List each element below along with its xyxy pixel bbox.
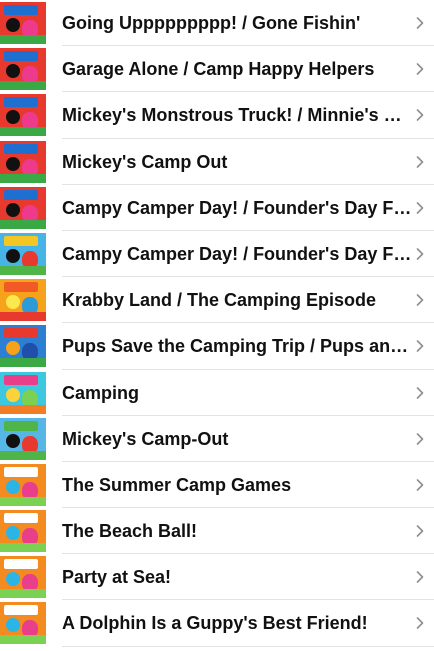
episode-thumbnail xyxy=(0,463,46,506)
episode-title: The Beach Ball! xyxy=(62,521,198,542)
episode-title: A Dolphin Is a Guppy's Best Friend! xyxy=(62,613,368,634)
chevron-right-icon xyxy=(416,571,424,584)
row-separator xyxy=(62,645,434,647)
episode-row[interactable]: Pups Save the Camping Trip / Pups and th… xyxy=(0,323,434,370)
episode-title: Mickey's Monstrous Truck! / Minnie's Vac… xyxy=(62,105,412,126)
chevron-right-icon xyxy=(416,294,424,306)
chevron-right-icon xyxy=(416,248,424,260)
chevron-right-icon xyxy=(416,201,424,214)
episode-row[interactable]: Campy Camper Day! / Founder's Day Flound… xyxy=(0,230,434,278)
chevron-right-icon xyxy=(416,340,424,353)
chevron-right-icon xyxy=(416,479,424,491)
episode-title: Pups Save the Camping Trip / Pups and th… xyxy=(62,336,412,357)
episode-thumbnail xyxy=(0,325,46,368)
episode-row[interactable]: Mickey's Camp-Out xyxy=(0,415,434,462)
episode-thumbnail xyxy=(0,140,46,183)
episode-row[interactable]: Garage Alone / Camp Happy Helpers xyxy=(0,46,434,93)
episode-thumbnail xyxy=(0,48,46,91)
episode-thumbnail xyxy=(0,556,46,599)
episode-title: Mickey's Camp Out xyxy=(62,151,228,172)
episode-title: The Summer Camp Games xyxy=(62,474,292,495)
episode-title: Krabby Land / The Camping Episode xyxy=(62,290,377,311)
episode-thumbnail xyxy=(0,279,46,322)
episode-row[interactable]: Going Uppppppppp! / Gone Fishin' xyxy=(0,0,434,47)
episode-title: Campy Camper Day! / Founder's Day Flound… xyxy=(62,243,412,264)
episode-thumbnail xyxy=(0,602,46,645)
episode-thumbnail xyxy=(0,371,46,414)
episode-title: Camping xyxy=(62,382,140,403)
episode-list: Going Uppppppppp! / Gone Fishin' Garage … xyxy=(0,0,434,647)
episode-title: Campy Camper Day! / Founder's Day Flound… xyxy=(62,197,412,218)
episode-thumbnail xyxy=(0,186,46,229)
chevron-right-icon xyxy=(416,63,424,75)
episode-title: Party at Sea! xyxy=(62,567,172,588)
episode-row[interactable]: The Beach Ball! xyxy=(0,508,434,555)
episode-thumbnail xyxy=(0,417,46,460)
episode-thumbnail xyxy=(0,94,46,137)
episode-title: Going Uppppppppp! / Gone Fishin' xyxy=(62,13,361,33)
episode-thumbnail xyxy=(0,510,46,553)
episode-row[interactable]: The Summer Camp Games xyxy=(0,461,434,509)
episode-title: Mickey's Camp-Out xyxy=(62,428,229,449)
chevron-right-icon xyxy=(416,386,424,399)
chevron-right-icon xyxy=(416,17,424,29)
episode-title: Garage Alone / Camp Happy Helpers xyxy=(62,59,375,80)
chevron-right-icon xyxy=(416,155,424,168)
chevron-right-icon xyxy=(416,432,424,445)
episode-thumbnail xyxy=(0,2,46,44)
chevron-right-icon xyxy=(416,617,424,630)
chevron-right-icon xyxy=(416,109,424,122)
episode-row[interactable]: Camping xyxy=(0,369,434,416)
episode-row[interactable]: Mickey's Monstrous Truck! / Minnie's Vac… xyxy=(0,92,434,139)
episode-row[interactable]: A Dolphin Is a Guppy's Best Friend! xyxy=(0,600,434,647)
episode-thumbnail xyxy=(0,232,46,275)
chevron-right-icon xyxy=(416,525,424,537)
episode-row[interactable]: Mickey's Camp Out xyxy=(0,138,434,185)
episode-row[interactable]: Krabby Land / The Camping Episode xyxy=(0,277,434,324)
episode-row[interactable]: Party at Sea! xyxy=(0,554,434,601)
episode-row[interactable]: Campy Camper Day! / Founder's Day Flound… xyxy=(0,184,434,231)
